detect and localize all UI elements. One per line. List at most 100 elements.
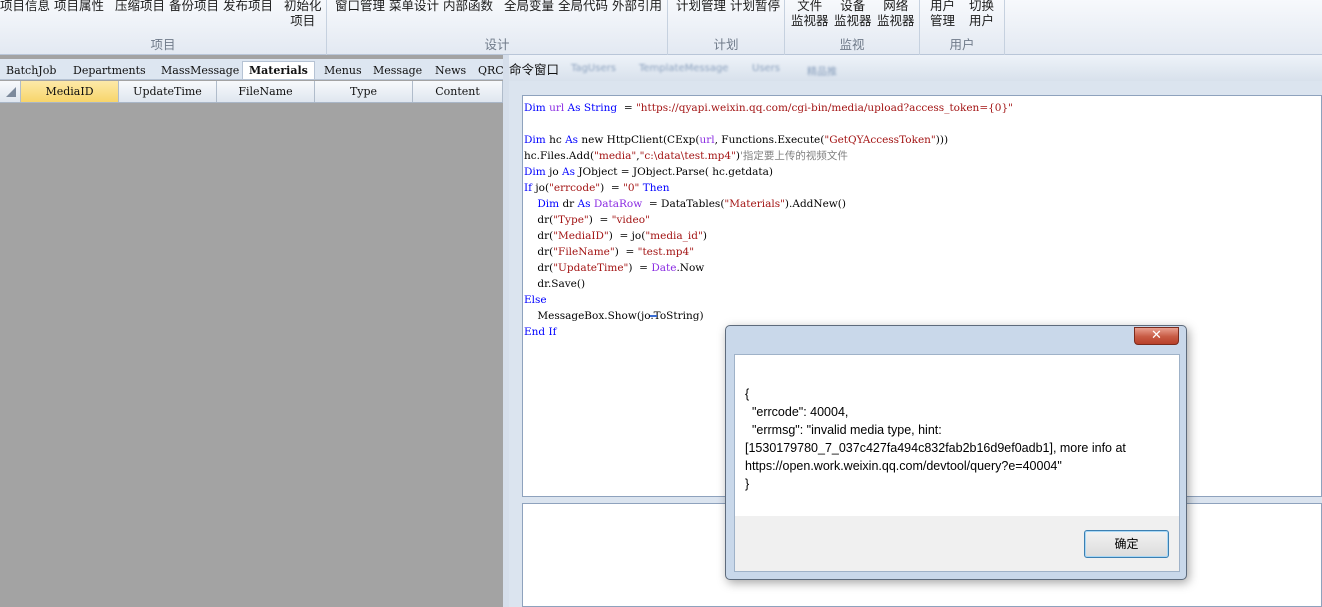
ghost-tab: TagUsers — [571, 63, 616, 74]
tab-materials[interactable]: Materials — [242, 61, 315, 79]
code-token: ).AddNew() — [784, 198, 846, 210]
code-token: jo — [549, 166, 562, 178]
code-token: ) = — [614, 246, 638, 258]
menu-design-button[interactable]: 菜单设计 — [389, 0, 439, 13]
ribbon-group-label: 监视 — [839, 37, 865, 52]
code-token: dr( — [524, 246, 554, 258]
column-header-type[interactable]: Type — [315, 81, 413, 102]
ribbon-group-monitor: 文件 监视器 设备 监视器 网络 监视器 监视 — [785, 0, 920, 55]
tab-qrcode[interactable]: QRCo — [472, 62, 503, 79]
code-token: url — [549, 102, 565, 114]
code-token: DataRow — [593, 198, 643, 210]
code-token: Dim — [524, 166, 550, 178]
code-token: "media_id" — [645, 230, 703, 242]
tab-departments[interactable]: Departments — [67, 62, 152, 79]
message-text: { "errcode": 40004, "errmsg": "invalid m… — [745, 387, 1126, 491]
command-window-title[interactable]: 命令窗口 — [509, 59, 559, 78]
backup-project-button[interactable]: 备份项目 — [169, 0, 219, 13]
code-token: Dim — [524, 102, 550, 114]
tab-massmessage[interactable]: MassMessage — [155, 62, 245, 79]
column-header-filename[interactable]: FileName — [217, 81, 315, 102]
project-properties-button[interactable]: 项目属性 — [54, 0, 104, 13]
code-line: dr("MediaID") = jo("media_id") — [524, 228, 707, 244]
close-icon[interactable]: ✕ — [1134, 327, 1179, 345]
ribbon-group-label: 项目 — [150, 37, 176, 52]
grid-corner[interactable] — [0, 81, 21, 102]
table-browser-pane: BatchJob Departments MassMessage Materia… — [0, 55, 503, 607]
ribbon-group-label: 计划 — [713, 37, 739, 52]
schedule-pause-button[interactable]: 计划暂停 — [730, 0, 780, 13]
ribbon-group-project: 项目信息 项目属性 压缩项目 备份项目 发布项目 初始化 项目 项目 — [0, 0, 327, 55]
tab-message[interactable]: Message — [367, 62, 428, 79]
select-all-icon — [6, 87, 16, 97]
code-token: hc.Files.Add( — [524, 150, 595, 162]
ghost-tab: 精品推 — [807, 67, 837, 78]
code-token: .Now — [676, 262, 705, 274]
window-manager-button[interactable]: 窗口管理 — [335, 0, 385, 13]
code-token: dr.Save() — [524, 278, 586, 290]
project-info-button[interactable]: 项目信息 — [0, 0, 50, 13]
code-token: ) — [702, 230, 707, 242]
code-token: ) = jo( — [608, 230, 646, 242]
tab-batchjob[interactable]: BatchJob — [0, 62, 62, 79]
device-monitor-button[interactable]: 设备 监视器 — [834, 0, 872, 28]
message-box-body: { "errcode": 40004, "errmsg": "invalid m… — [734, 354, 1180, 516]
tab-news[interactable]: News — [429, 62, 472, 79]
code-token: "FileName" — [553, 246, 615, 258]
code-line: hc.Files.Add("media","c:\data\test.mp4")… — [524, 148, 848, 164]
code-token: "errcode" — [549, 182, 601, 194]
column-header-mediaid[interactable]: MediaID — [21, 81, 119, 102]
table-tabs: BatchJob Departments MassMessage Materia… — [0, 59, 503, 80]
code-token: Else — [524, 294, 547, 306]
code-token: String — [583, 102, 618, 114]
ribbon-group-label: 用户 — [949, 37, 975, 52]
code-token: As — [565, 134, 582, 146]
column-header-content[interactable]: Content — [413, 81, 503, 102]
user-management-button[interactable]: 用户 管理 — [930, 0, 955, 28]
code-token: MessageBox.Show(jo.ToString) — [524, 310, 704, 322]
file-monitor-button[interactable]: 文件 监视器 — [791, 0, 829, 28]
code-token: "Materials" — [724, 198, 785, 210]
ribbon-group-schedule: 计划管理 计划暂停 计划 — [668, 0, 785, 55]
code-token: hc — [549, 134, 566, 146]
code-token: "media" — [594, 150, 637, 162]
code-token: "test.mp4" — [637, 246, 695, 258]
internal-functions-button[interactable]: 内部函数 — [443, 0, 493, 13]
network-monitor-button[interactable]: 网络 监视器 — [877, 0, 915, 28]
code-token: End If — [524, 326, 557, 338]
ghost-tab: TemplateMessage — [639, 63, 729, 74]
publish-project-button[interactable]: 发布项目 — [223, 0, 273, 13]
code-token: As — [562, 166, 579, 178]
schedule-manager-button[interactable]: 计划管理 — [676, 0, 726, 13]
compress-project-button[interactable]: 压缩项目 — [115, 0, 165, 13]
code-token: Dim — [537, 198, 563, 210]
code-token: ) = — [588, 214, 612, 226]
ribbon-toolbar: 项目信息 项目属性 压缩项目 备份项目 发布项目 初始化 项目 项目 窗口管理 … — [0, 0, 1322, 55]
code-token: ) = — [628, 262, 652, 274]
code-token: dr( — [524, 262, 554, 274]
code-token: dr( — [524, 214, 554, 226]
column-header-updatetime[interactable]: UpdateTime — [119, 81, 217, 102]
initialize-project-button[interactable]: 初始化 项目 — [284, 0, 322, 28]
global-code-button[interactable]: 全局代码 — [558, 0, 608, 13]
code-token: jo( — [535, 182, 550, 194]
code-token: '指定要上传的视频文件 — [740, 150, 848, 162]
code-token: "GetQYAccessToken" — [824, 134, 936, 146]
code-token: new HttpClient(CExp( — [581, 134, 700, 146]
code-token: "video" — [611, 214, 650, 226]
code-line: Dim url As String = "https://qyapi.weixi… — [524, 100, 1013, 116]
code-token: ))) — [935, 134, 949, 146]
code-line: Else — [524, 292, 547, 308]
ok-button[interactable]: 确定 — [1084, 530, 1169, 558]
tab-menus[interactable]: Menus — [318, 62, 368, 79]
external-references-button[interactable]: 外部引用 — [612, 0, 662, 13]
message-box-footer: 确定 — [734, 516, 1180, 572]
code-token: As — [577, 198, 594, 210]
code-token: ) = — [600, 182, 624, 194]
code-token: Dim — [524, 134, 550, 146]
code-token: Then — [639, 182, 670, 194]
switch-user-button[interactable]: 切换 用户 — [969, 0, 994, 28]
global-variables-button[interactable]: 全局变量 — [504, 0, 554, 13]
code-line: Dim hc As new HttpClient(CExp(url, Funct… — [524, 132, 948, 148]
